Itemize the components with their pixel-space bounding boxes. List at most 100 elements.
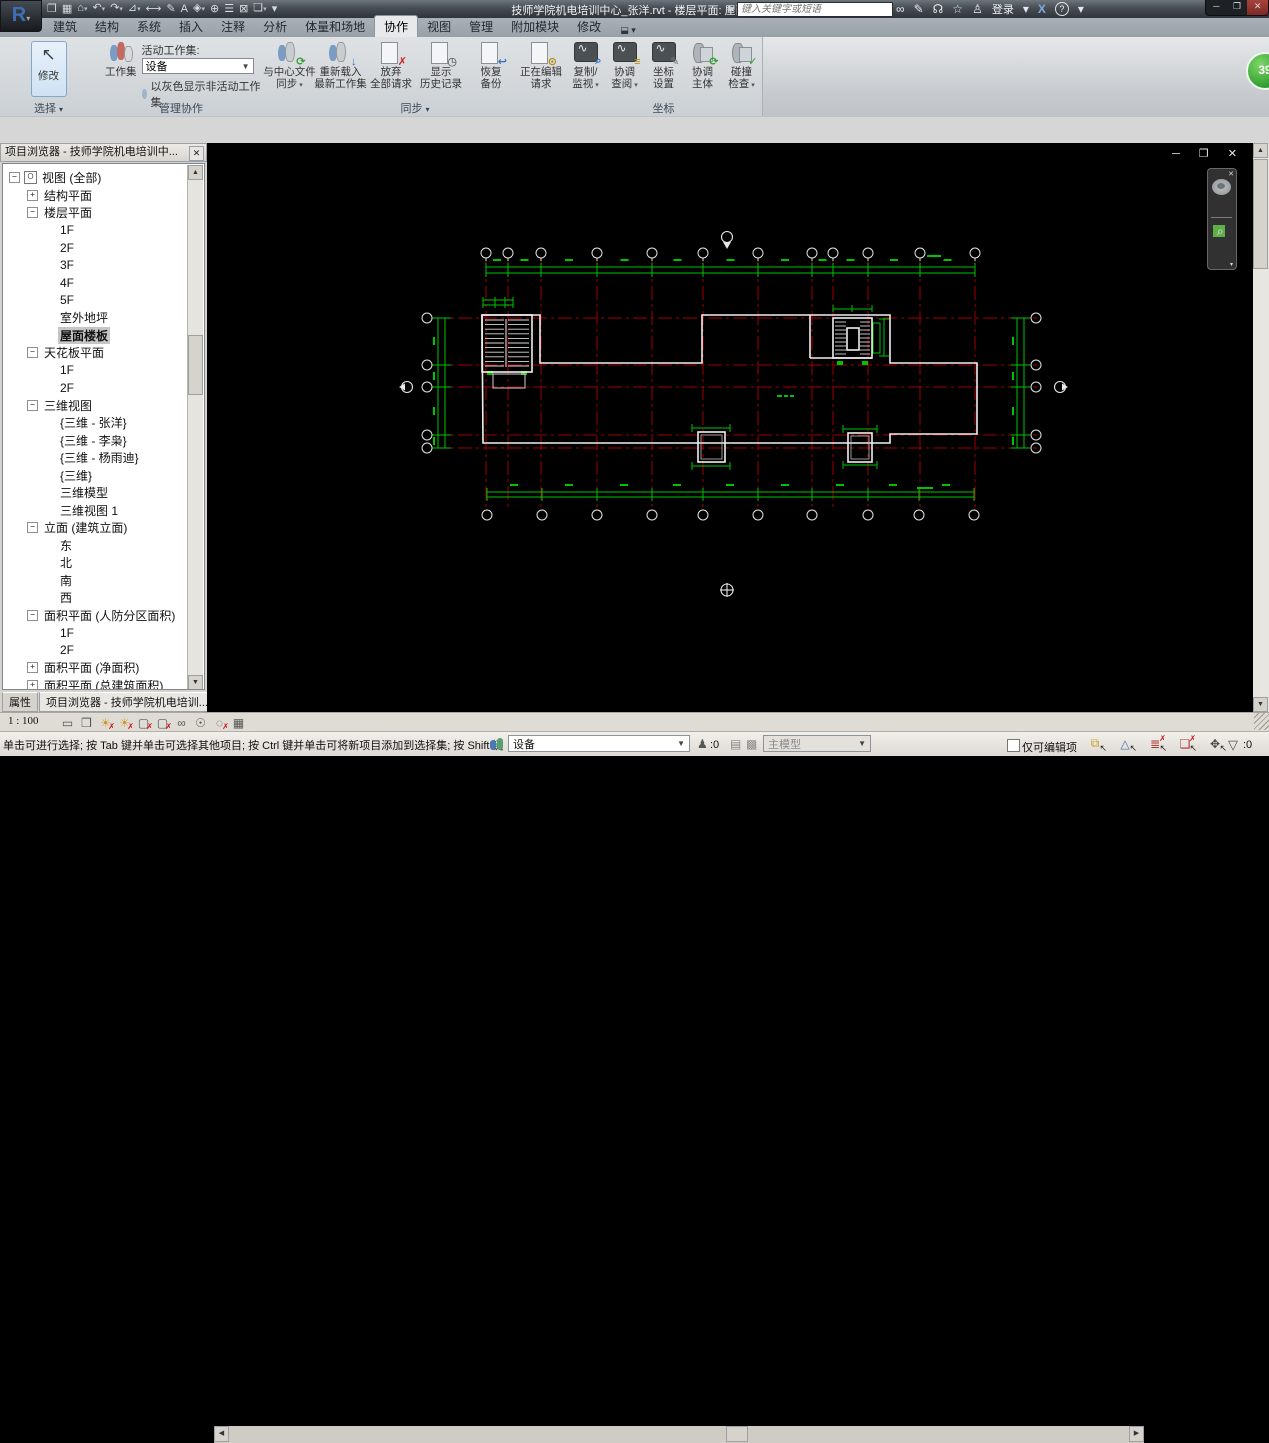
tree-item-结构平面[interactable]: + 结构平面 xyxy=(7,187,204,205)
tree-item-天花板平面[interactable]: − 天花板平面 xyxy=(7,344,204,362)
close-button[interactable]: ✕ xyxy=(1247,0,1269,15)
plus-expander-icon[interactable]: + xyxy=(27,679,38,689)
scroll-down-icon[interactable]: ▼ xyxy=(188,675,203,689)
tab-体量和场地[interactable]: 体量和场地 xyxy=(296,16,374,37)
shadows-icon[interactable]: ☀ ✗ xyxy=(117,716,134,731)
scroll-up-icon[interactable]: ▲ xyxy=(1253,143,1268,158)
scroll-left-icon[interactable]: ◀ xyxy=(214,1426,229,1442)
horizontal-scrollbar[interactable]: ◀ ▶ xyxy=(214,1426,1144,1443)
synchronize-panel-label[interactable]: 同步 ▾ xyxy=(265,102,565,116)
tree-item-2F[interactable]: 2F xyxy=(7,239,204,257)
tree-scroll-thumb[interactable] xyxy=(188,335,203,395)
view-window-buttons[interactable]: ─ ❐ ✕ xyxy=(1172,147,1245,160)
tree-item-面积平面 (人防分区面积)[interactable]: − 面积平面 (人防分区面积) xyxy=(7,607,204,625)
plus-expander-icon[interactable]: + xyxy=(27,662,38,674)
temporary-hide-isolate-icon[interactable]: ☉ xyxy=(193,716,208,730)
thin-lines-icon[interactable]: ☰ xyxy=(223,1,235,17)
text-icon[interactable]: A xyxy=(180,1,189,17)
customize-qat-icon[interactable]: ▾ xyxy=(271,1,279,17)
project-browser-title[interactable]: 项目浏览器 - 技师学院机电培训中... xyxy=(0,143,207,162)
steering-wheel-icon[interactable] xyxy=(1212,179,1231,195)
browser-tab-project-browser[interactable]: 项目浏览器 - 技师学院机电培训... xyxy=(39,692,211,712)
browser-tab-properties[interactable]: 属性 xyxy=(2,692,38,712)
search-input[interactable] xyxy=(737,2,893,17)
restore-button[interactable]: ❐ xyxy=(1227,0,1248,15)
select-panel-label[interactable]: 选择 ▾ xyxy=(0,102,97,116)
navbar-arrow-icon[interactable]: ▾ xyxy=(1230,261,1233,268)
communication-center-icon[interactable]: ☊ xyxy=(933,2,944,16)
button-恢复备份[interactable]: ↩ 恢复 备份 xyxy=(467,39,515,101)
search-icon[interactable]: ∞ xyxy=(896,2,905,16)
vscroll-thumb[interactable] xyxy=(1253,159,1268,269)
filter-icon[interactable]: ▽ xyxy=(1228,737,1238,753)
editing-requests-icon[interactable]: ♟ xyxy=(697,737,708,751)
button-与中心文件同步[interactable]: ⟳ 与中心文件 同步 ▾ xyxy=(263,39,316,101)
tree-item-屋面楼板[interactable]: 屋面楼板 xyxy=(7,326,204,345)
reveal-constraints-icon[interactable]: ◌ ✗ xyxy=(212,716,229,731)
tree-item-{三维}[interactable]: {三维} xyxy=(7,467,204,485)
tree-scrollbar[interactable]: ▲ ▼ xyxy=(187,165,203,689)
button-显示历史记录[interactable]: ◷ 显示 历史记录 xyxy=(417,39,465,101)
tree-item-北[interactable]: 北 xyxy=(7,554,204,572)
tree-item-{三维 - 李枭}[interactable]: {三维 - 李枭} xyxy=(7,432,204,450)
tab-插入[interactable]: 插入 xyxy=(170,16,212,37)
hscroll-thumb[interactable] xyxy=(726,1426,748,1442)
tree-item-西[interactable]: 西 xyxy=(7,589,204,607)
help-icon[interactable]: ? xyxy=(1054,2,1069,16)
reveal-hidden-elements-icon[interactable]: ∞ xyxy=(174,716,189,730)
tab-结构[interactable]: 结构 xyxy=(86,16,128,37)
tree-item-立面 (建筑立面)[interactable]: − 立面 (建筑立面) xyxy=(7,519,204,537)
button-碰撞检查[interactable]: ✓ 碰撞 检查 ▾ xyxy=(723,39,760,101)
tree-item-4F[interactable]: 4F xyxy=(7,274,204,292)
ribbon-display-toggle-icon[interactable]: ⬓ ▾ xyxy=(616,24,640,37)
button-协调查阅[interactable]: ≡协调查阅 ▾ xyxy=(606,39,643,101)
project-browser-close-icon[interactable]: ✕ xyxy=(189,146,204,161)
resize-grip[interactable] xyxy=(1254,713,1269,730)
tree-item-{三维 - 杨雨迪}[interactable]: {三维 - 杨雨迪} xyxy=(7,449,204,467)
select-links-icon[interactable]: ⧉ ↖ xyxy=(1085,736,1107,753)
save-icon[interactable]: ▦ xyxy=(61,1,73,17)
worksharing-display-icon[interactable]: ▦ xyxy=(231,716,246,730)
tab-视图[interactable]: 视图 xyxy=(418,16,460,37)
tag-icon[interactable]: ✎ xyxy=(165,1,176,17)
active-workset-dropdown[interactable]: 设备 ▼ xyxy=(141,58,254,74)
minus-expander-icon[interactable]: − xyxy=(9,172,20,184)
exchange-apps-icon[interactable]: X xyxy=(1038,2,1046,16)
minus-expander-icon[interactable]: − xyxy=(27,399,38,411)
aligned-dimension-icon[interactable]: ⟷ xyxy=(145,1,163,17)
minus-expander-icon[interactable]: − xyxy=(27,347,38,359)
tree-item-面积平面 (净面积)[interactable]: + 面积平面 (净面积) xyxy=(7,659,204,677)
zoom-icon[interactable] xyxy=(1213,224,1225,239)
design-options-icon[interactable]: ▤ xyxy=(730,737,741,751)
open-icon[interactable]: ❐ xyxy=(46,1,58,17)
navbar-close-icon[interactable]: ✕ xyxy=(1228,170,1234,178)
editable-only-checkbox[interactable] xyxy=(1007,739,1020,752)
navigation-bar[interactable]: ✕ ▾ xyxy=(1207,168,1237,270)
select-underlay-icon[interactable]: △ ↖ xyxy=(1115,737,1137,753)
button-正在编辑请求[interactable]: ⊙ 正在编辑 请求 xyxy=(517,39,565,101)
tree-item-三维视图 1[interactable]: 三维视图 1 xyxy=(7,502,204,520)
plus-expander-icon[interactable]: + xyxy=(27,189,38,201)
help-arrow-icon[interactable]: ▾ xyxy=(1078,2,1084,16)
design-option-dropdown[interactable]: 主模型 ▼ xyxy=(763,735,871,752)
vertical-scrollbar[interactable]: ▲ ▼ xyxy=(1253,143,1269,712)
tree-item-室外地坪[interactable]: 室外地坪 xyxy=(7,309,204,327)
tab-管理[interactable]: 管理 xyxy=(460,16,502,37)
tree-item-3F[interactable]: 3F xyxy=(7,257,204,275)
subscription-icon[interactable]: ✎ xyxy=(914,2,924,16)
tab-建筑[interactable]: 建筑 xyxy=(44,16,86,37)
tree-item-三维模型[interactable]: 三维模型 xyxy=(7,484,204,502)
close-hidden-windows-icon[interactable]: ⊠ xyxy=(238,1,249,17)
favorites-icon[interactable]: ☆ xyxy=(952,2,963,16)
tree-item-1F[interactable]: 1F xyxy=(7,362,204,380)
visual-style-icon[interactable]: ❒ xyxy=(79,716,94,730)
section-icon[interactable]: ⊕ xyxy=(209,1,220,17)
tree-item-1F[interactable]: 1F xyxy=(7,222,204,240)
select-pinned-icon[interactable]: ≣ ↖ ✗ xyxy=(1145,734,1167,753)
design-options-pick-icon[interactable]: ▩ xyxy=(746,737,757,751)
workset-status-dropdown[interactable]: 设备 ▼ xyxy=(508,735,690,752)
tab-协作[interactable]: 协作 xyxy=(374,15,419,37)
crop-view-icon[interactable]: ▢ ✗ xyxy=(136,716,153,731)
modify-button[interactable]: ↖ 修改 xyxy=(30,41,67,97)
tab-注释[interactable]: 注释 xyxy=(212,16,254,37)
